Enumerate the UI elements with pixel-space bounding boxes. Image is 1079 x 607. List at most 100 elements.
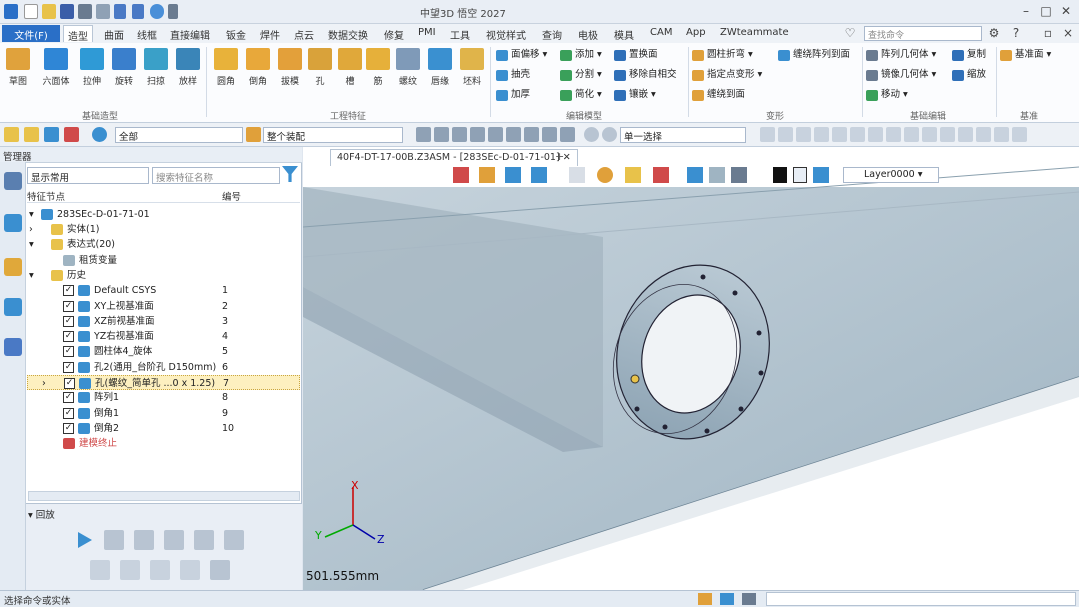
- visibility-checkbox[interactable]: ✓: [63, 331, 74, 343]
- chamfer-button[interactable]: 倒角: [242, 48, 274, 106]
- expand-icon[interactable]: ▾: [29, 237, 34, 252]
- split-button[interactable]: 分割 ▾: [558, 67, 602, 83]
- hud-icon[interactable]: [597, 167, 613, 183]
- tree-item[interactable]: ▾ 历史: [27, 268, 300, 283]
- snap-icon[interactable]: [416, 127, 431, 142]
- snap-icon[interactable]: [850, 127, 865, 142]
- revolve-button[interactable]: 旋转: [108, 48, 140, 106]
- status-icon[interactable]: [720, 593, 734, 605]
- visibility-checkbox[interactable]: ✓: [63, 346, 74, 358]
- next-icon[interactable]: [134, 530, 154, 550]
- draft-button[interactable]: 拔模: [274, 48, 306, 106]
- snap-icon[interactable]: [994, 127, 1009, 142]
- delete-icon[interactable]: [180, 560, 200, 580]
- snap-icon[interactable]: [904, 127, 919, 142]
- tree-item[interactable]: ✓ 孔2(通用_台阶孔 D150mm) 6: [27, 360, 300, 375]
- hud-icon[interactable]: [625, 167, 641, 183]
- tab-pointcloud[interactable]: 点云: [290, 25, 318, 42]
- add-button[interactable]: 添加 ▾: [558, 47, 602, 63]
- tab-cam[interactable]: CAM: [646, 25, 676, 42]
- remove-self-intersect-button[interactable]: 移除自相交: [612, 67, 677, 83]
- display-filter-select[interactable]: 显示常用: [27, 167, 149, 184]
- emboss-button[interactable]: 镶嵌 ▾: [612, 87, 656, 103]
- rib-button[interactable]: 筋: [362, 48, 394, 106]
- tab-modeling[interactable]: 造型: [63, 25, 93, 43]
- fillet-button[interactable]: 圆角: [210, 48, 242, 106]
- tree-item[interactable]: › ✓ 孔(螺纹_简单孔 ...0 x 1.25) 7: [27, 375, 300, 390]
- scale-button[interactable]: 缩放: [950, 67, 986, 83]
- expand-icon[interactable]: ▾: [29, 268, 34, 283]
- snap-icon[interactable]: [760, 127, 775, 142]
- snap-icon[interactable]: [488, 127, 503, 142]
- clock-icon[interactable]: [584, 127, 599, 142]
- rotate-icon[interactable]: [92, 127, 107, 142]
- fast-forward-icon[interactable]: [164, 530, 184, 550]
- simplify-button[interactable]: 简化 ▾: [558, 87, 602, 103]
- hud-icon[interactable]: [569, 167, 585, 183]
- snap-icon[interactable]: [506, 127, 521, 142]
- file-menu[interactable]: 文件(F): [2, 25, 60, 42]
- tree-item[interactable]: ✓ Default CSYS 1: [27, 283, 300, 298]
- tab-direct-edit[interactable]: 直接编辑: [166, 25, 214, 42]
- feature-search-input[interactable]: 搜索特征名称: [152, 167, 280, 184]
- tab-tools[interactable]: 工具: [446, 25, 474, 42]
- loft-button[interactable]: 放样: [172, 48, 204, 106]
- cut-icon[interactable]: [96, 4, 110, 19]
- hud-icon[interactable]: [453, 167, 469, 183]
- hud-icon[interactable]: [653, 167, 669, 183]
- wrap-to-face-button[interactable]: 缠绕到面: [690, 87, 745, 103]
- edit-icon[interactable]: [120, 560, 140, 580]
- shell-button[interactable]: 抽壳: [494, 67, 530, 83]
- snap-icon[interactable]: [434, 127, 449, 142]
- snap-icon[interactable]: [470, 127, 485, 142]
- snap-icon[interactable]: [560, 127, 575, 142]
- tree-root[interactable]: ▾ 283SEc-D-01-71-01: [27, 207, 300, 222]
- maximize-button[interactable]: □: [1036, 2, 1056, 20]
- cylinder-bend-button[interactable]: 圆柱折弯 ▾: [690, 47, 753, 63]
- layer-tab-icon[interactable]: [4, 298, 22, 316]
- assembly-scope-select[interactable]: 整个装配: [263, 127, 403, 143]
- tab-data-exchange[interactable]: 数据交换: [324, 25, 372, 42]
- select-mode-select[interactable]: 单一选择: [620, 127, 746, 143]
- tree-item[interactable]: ✓ YZ右视基准面 4: [27, 329, 300, 344]
- minimize-button[interactable]: –: [1016, 2, 1036, 20]
- extrude-button[interactable]: 拉伸: [76, 48, 108, 106]
- snap-icon[interactable]: [958, 127, 973, 142]
- hud-icon[interactable]: [731, 167, 747, 183]
- pattern-geometry-button[interactable]: 阵列几何体 ▾: [864, 47, 936, 63]
- command-line-input[interactable]: [766, 592, 1076, 606]
- replace-face-button[interactable]: 置换面: [612, 47, 658, 63]
- history-tab-icon[interactable]: [4, 172, 22, 190]
- box-select-icon[interactable]: [64, 127, 79, 142]
- tree-item[interactable]: ✓ XZ前视基准面 3: [27, 314, 300, 329]
- pick-point-icon[interactable]: [24, 127, 39, 142]
- face-offset-button[interactable]: 面偏移 ▾: [494, 47, 547, 63]
- tree-item[interactable]: ✓ XY上视基准面 2: [27, 299, 300, 314]
- tab-wireframe[interactable]: 线框: [133, 25, 161, 42]
- snap-icon[interactable]: [814, 127, 829, 142]
- lip-button[interactable]: 唇缘: [424, 48, 456, 106]
- regen-icon[interactable]: [150, 4, 164, 19]
- move-button[interactable]: 移动 ▾: [864, 87, 908, 103]
- tree-item[interactable]: 租赁变量: [27, 253, 300, 268]
- sweep-button[interactable]: 扫掠: [140, 48, 172, 106]
- snap-icon[interactable]: [796, 127, 811, 142]
- graphics-viewport[interactable]: X Y Z 40F4-DT-17-00B.Z3ASM - [283SEc-D-0…: [303, 147, 1079, 590]
- rebuild-icon[interactable]: [150, 560, 170, 580]
- tab-zwteammate[interactable]: ZWteammate: [716, 25, 793, 42]
- mirror-geometry-button[interactable]: 镜像几何体 ▾: [864, 67, 936, 83]
- expand-icon[interactable]: ›: [29, 222, 33, 237]
- restore-ribbon-button[interactable]: ▫: [1038, 24, 1058, 42]
- hud-icon[interactable]: [773, 167, 787, 183]
- hud-icon[interactable]: [531, 167, 547, 183]
- visibility-checkbox[interactable]: ✓: [63, 285, 74, 297]
- model-canvas[interactable]: [303, 147, 1079, 590]
- print-icon[interactable]: [78, 4, 92, 19]
- status-icon[interactable]: [742, 593, 756, 605]
- filter-select[interactable]: 全部: [115, 127, 243, 143]
- document-tab[interactable]: 40F4-DT-17-00B.Z3ASM - [283SEc-D-01-71-0…: [330, 149, 578, 166]
- snap-icon[interactable]: [524, 127, 539, 142]
- redo-icon[interactable]: [132, 4, 144, 19]
- tab-surface[interactable]: 曲面: [100, 25, 128, 42]
- quick-access-menu-icon[interactable]: [168, 4, 178, 19]
